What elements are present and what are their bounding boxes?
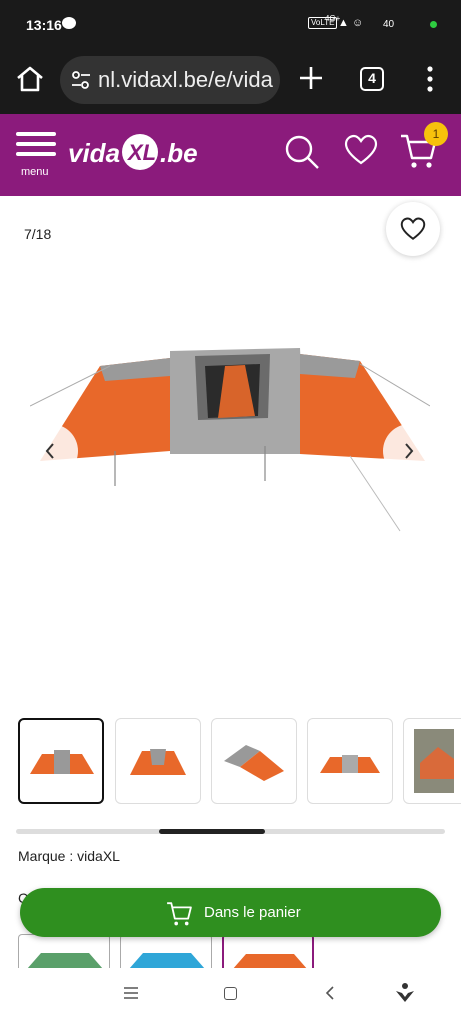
- menu-bar-icon: [16, 142, 56, 146]
- add-to-cart-label: Dans le panier: [204, 904, 301, 921]
- browser-toolbar: nl.vidaxl.be/e/vida 4: [0, 50, 461, 114]
- variant-option-selected[interactable]: [222, 934, 314, 968]
- next-image-button[interactable]: [383, 424, 437, 478]
- add-to-wishlist-button[interactable]: [386, 202, 440, 256]
- system-navigation-bar: [0, 968, 461, 1024]
- product-gallery[interactable]: 7/18: [0, 196, 461, 706]
- thumbnail-image: [320, 755, 380, 773]
- url-text: nl.vidaxl.be/e/vida: [98, 67, 273, 92]
- variant-option[interactable]: [18, 934, 110, 968]
- variant-image: [27, 953, 103, 968]
- menu-bar-icon: [16, 132, 56, 136]
- site-header: menu vida XL .be 1: [0, 114, 461, 196]
- cart-count-badge: 1: [424, 122, 448, 146]
- variant-option[interactable]: [120, 934, 212, 968]
- thumbnail-scroll-thumb[interactable]: [159, 829, 265, 834]
- menu-button[interactable]: menu: [14, 132, 58, 178]
- home-icon[interactable]: [14, 63, 46, 95]
- brand-line: Marque : vidaXL: [18, 848, 120, 864]
- tune-icon[interactable]: [70, 69, 92, 91]
- menu-bar-icon: [16, 152, 56, 156]
- assistant-icon[interactable]: [394, 982, 416, 1004]
- svg-text:XL: XL: [126, 140, 156, 165]
- thumbnail-image: [414, 729, 454, 793]
- chat-notification-icon: [62, 17, 76, 29]
- thumbnail-image: [30, 750, 94, 774]
- image-counter: 7/18: [24, 226, 52, 242]
- plus-icon[interactable]: [296, 63, 326, 93]
- tabs-button[interactable]: 4: [360, 67, 384, 91]
- more-icon[interactable]: [420, 64, 440, 94]
- back-icon[interactable]: [324, 985, 336, 1001]
- menu-label: menu: [21, 166, 49, 178]
- thumbnail-strip[interactable]: [0, 716, 461, 806]
- chevron-left-icon: [45, 443, 54, 459]
- signal-icon: ▲ ☺: [338, 17, 364, 29]
- home-nav-icon[interactable]: [224, 987, 237, 1000]
- previous-image-button[interactable]: [24, 424, 78, 478]
- variant-image: [233, 954, 307, 968]
- status-time: 13:16: [26, 17, 62, 33]
- thumbnail[interactable]: [211, 718, 297, 804]
- thumbnail[interactable]: [403, 718, 461, 804]
- heart-icon: [400, 217, 426, 240]
- thumbnail-image: [224, 745, 284, 781]
- thumbnail[interactable]: [307, 718, 393, 804]
- variant-image: [129, 953, 205, 968]
- product-image: [30, 348, 430, 532]
- battery-level: 40: [383, 19, 395, 30]
- svg-text:.be: .be: [160, 138, 198, 168]
- privacy-dot-icon: [430, 21, 437, 28]
- thumbnail[interactable]: [18, 718, 104, 804]
- url-field[interactable]: nl.vidaxl.be/e/vida: [60, 56, 280, 104]
- cart-icon: [167, 902, 192, 926]
- svg-text:vida: vida: [68, 138, 120, 168]
- thumbnail[interactable]: [115, 718, 201, 804]
- thumbnail-image: [130, 749, 186, 775]
- chevron-right-icon: [405, 443, 414, 459]
- vidaxl-logo[interactable]: vida XL .be: [68, 128, 200, 176]
- variant-selector[interactable]: [18, 934, 461, 968]
- add-to-cart-button[interactable]: Dans le panier: [20, 888, 441, 937]
- heart-icon[interactable]: [344, 134, 378, 168]
- status-bar: 13:16 VoLTE 4G+ ▲ ☺ 40: [0, 0, 461, 50]
- search-icon[interactable]: [282, 132, 322, 172]
- recent-apps-icon[interactable]: [123, 986, 139, 1000]
